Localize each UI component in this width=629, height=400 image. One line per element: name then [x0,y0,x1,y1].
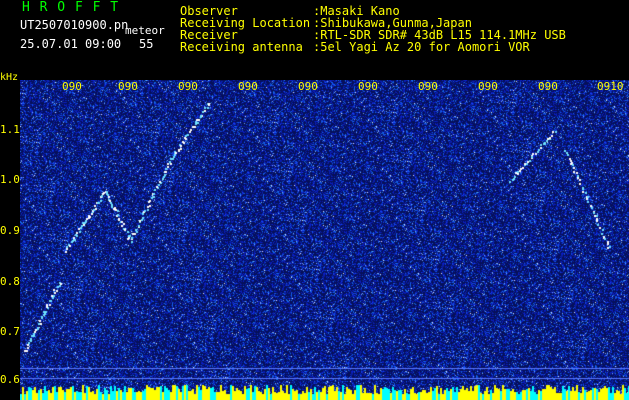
antenna-value: :5el Yagi Az 20 for Aomori VOR [313,40,530,54]
time-tick-label: 090 [118,80,138,93]
time-tick-label: 0910 [597,80,624,93]
y-axis-unit: kHz [0,72,19,83]
time-tick-label: 090 [538,80,558,93]
time-tick-label: 090 [178,80,198,93]
file-type: meteor [125,24,165,37]
time-tick-label: 090 [298,80,318,93]
spectrogram-canvas [20,80,629,400]
y-tick-label: 1.0 [0,173,20,186]
capture-datetime: 25.07.01 09:00 [20,37,122,51]
time-tick-label: 090 [478,80,498,93]
time-tick-label: 090 [358,80,378,93]
y-tick-label: 0.7 [0,325,20,338]
y-tick-label: 0.8 [0,275,20,288]
y-tick-label: 1.1 [0,123,20,136]
antenna-label: Receiving antenna [180,40,303,54]
time-tick-label: 090 [418,80,438,93]
app-brand: H R O F F T [22,0,120,15]
meteor-count: 55 [139,37,154,51]
time-tick-label: 090 [238,80,258,93]
y-tick-label: 0.6 [0,373,20,386]
y-tick-label: 0.9 [0,224,20,237]
time-tick-label: 090 [62,80,82,93]
file-name: UT2507010900.pn [20,18,129,32]
